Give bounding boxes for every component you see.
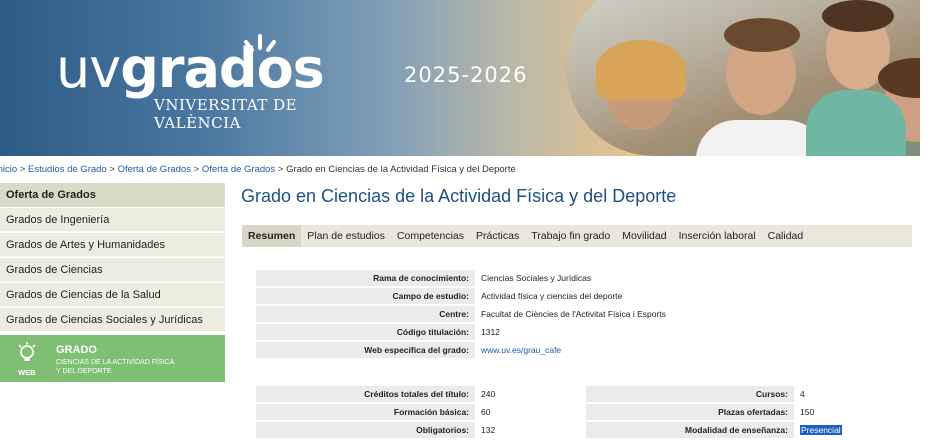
breadcrumb-separator: >: [277, 164, 284, 175]
credits-table: Créditos totales del título: 240 Formaci…: [256, 384, 525, 440]
info-label: Centre:: [256, 306, 475, 322]
tab-trabajo-fin-grado[interactable]: Trabajo fin grado: [525, 225, 616, 247]
info-label: Créditos totales del título:: [256, 386, 475, 402]
breadcrumb-separator: >: [109, 164, 115, 175]
sidebar-item-ciencias-sociales[interactable]: Grados de Ciencias Sociales y Jurídicas: [0, 308, 225, 332]
tab-competencias[interactable]: Competencias: [391, 225, 470, 247]
degree-website-banner[interactable]: WEB GRADO CIENCIAS DE LA ACTIVIDAD FÍSIC…: [0, 335, 225, 382]
info-value: Facultat de Ciències de l'Activitat Físi…: [481, 309, 666, 319]
breadcrumb-separator: >: [19, 164, 26, 175]
uvgrados-logo[interactable]: uvgrados VNIVERSITAT DE VALÈNCIA: [56, 34, 346, 132]
sidebar-item-artes-humanidades[interactable]: Grados de Artes y Humanidades: [0, 233, 225, 257]
info-row: Código titulación: 1312: [256, 324, 775, 340]
header-banner: uvgrados VNIVERSITAT DE VALÈNCIA 2025-20…: [0, 0, 920, 156]
info-label: Código titulación:: [256, 324, 475, 340]
info-value: Presencial: [794, 422, 854, 438]
breadcrumb-link[interactable]: Inicio: [0, 164, 17, 175]
web-label: WEB: [18, 368, 36, 377]
tab-plan-estudios[interactable]: Plan de estudios: [301, 225, 391, 247]
info-label: Formación básica:: [256, 404, 475, 420]
info-row: Rama de conocimiento: Ciencias Sociales …: [256, 270, 775, 286]
tab-calidad[interactable]: Calidad: [762, 225, 810, 247]
info-row: Plazas ofertadas: 150: [586, 404, 854, 420]
academic-year: 2025-2026: [404, 63, 528, 87]
logo-university-name: VNIVERSITAT DE VALÈNCIA: [154, 96, 298, 132]
info-label: Rama de conocimiento:: [256, 270, 475, 286]
info-value: 1312: [481, 327, 500, 337]
info-value: www.uv.es/grau_cafe: [475, 342, 775, 358]
degree-info-table: Rama de conocimiento: Ciencias Sociales …: [256, 268, 775, 360]
info-row: Créditos totales del título: 240: [256, 386, 525, 402]
breadcrumb-link[interactable]: Oferta de Grados: [118, 164, 191, 175]
info-row: Campo de estudio: Actividad física y cie…: [256, 288, 775, 304]
info-label: Cursos:: [586, 386, 794, 402]
info-label: Modalidad de enseñanza:: [586, 422, 794, 438]
info-label: Plazas ofertadas:: [586, 404, 794, 420]
breadcrumb-link[interactable]: Estudios de Grado: [28, 164, 107, 175]
info-value: 240: [481, 389, 496, 399]
info-label: Obligatorios:: [256, 422, 475, 438]
tab-bar: Resumen Plan de estudios Competencias Pr…: [242, 225, 912, 247]
info-row: Web específica del grado: www.uv.es/grau…: [256, 342, 775, 358]
info-row: Obligatorios: 132: [256, 422, 525, 438]
info-row: Modalidad de enseñanza: Presencial: [586, 422, 854, 438]
tab-insercion-laboral[interactable]: Inserción laboral: [673, 225, 762, 247]
page-title: Grado en Ciencias de la Actividad Física…: [241, 186, 677, 206]
breadcrumb: Inicio > Estudios de Grado > Oferta de G…: [0, 164, 516, 175]
info-label: Campo de estudio:: [256, 288, 475, 304]
info-label: Web específica del grado:: [256, 342, 475, 358]
info-value: Ciencias Sociales y Jurídicas: [481, 273, 592, 283]
breadcrumb-current: Grado en Ciencias de la Actividad Física…: [286, 164, 516, 175]
breadcrumb-separator: >: [193, 164, 200, 175]
breadcrumb-link[interactable]: Oferta de Grados: [202, 164, 275, 175]
tab-movilidad[interactable]: Movilidad: [616, 225, 672, 247]
students-photo: [566, 0, 920, 156]
lightbulb-icon: [18, 342, 36, 361]
info-row: Formación básica: 60: [256, 404, 525, 420]
course-info-table: Cursos: 4 Plazas ofertadas: 150 Modalida…: [586, 384, 854, 440]
sidebar: Oferta de Grados Grados de Ingeniería Gr…: [0, 183, 225, 332]
logo-rays-icon: [244, 34, 276, 52]
tab-resumen[interactable]: Resumen: [242, 225, 302, 247]
sidebar-header[interactable]: Oferta de Grados: [0, 183, 225, 207]
web-banner-subtitle-line: Y DEL DEPORTE: [56, 368, 112, 375]
info-row: Centre: Facultat de Ciències de l'Activi…: [256, 306, 775, 322]
web-banner-subtitle: CIENCIAS DE LA ACTIVIDAD FÍSICA Y DEL DE…: [56, 358, 174, 376]
web-banner-title: GRADO: [56, 344, 97, 356]
sidebar-item-ciencias-salud[interactable]: Grados de Ciencias de la Salud: [0, 283, 225, 307]
tab-practicas[interactable]: Prácticas: [470, 225, 525, 247]
info-value: 150: [800, 407, 815, 417]
info-row: Cursos: 4: [586, 386, 854, 402]
logo-wordmark: uvgrados: [56, 37, 325, 100]
info-value: 132: [481, 425, 496, 435]
degree-website-link[interactable]: www.uv.es/grau_cafe: [481, 345, 561, 355]
sidebar-item-ciencias[interactable]: Grados de Ciencias: [0, 258, 225, 282]
selected-text-highlight: Presencial: [800, 425, 842, 435]
sidebar-item-ingenieria[interactable]: Grados de Ingeniería: [0, 208, 225, 232]
info-value: Actividad física y ciencias del deporte: [481, 291, 623, 301]
web-banner-subtitle-line: CIENCIAS DE LA ACTIVIDAD FÍSICA: [56, 359, 175, 366]
info-value: 60: [481, 407, 491, 417]
info-value: 4: [800, 389, 805, 399]
